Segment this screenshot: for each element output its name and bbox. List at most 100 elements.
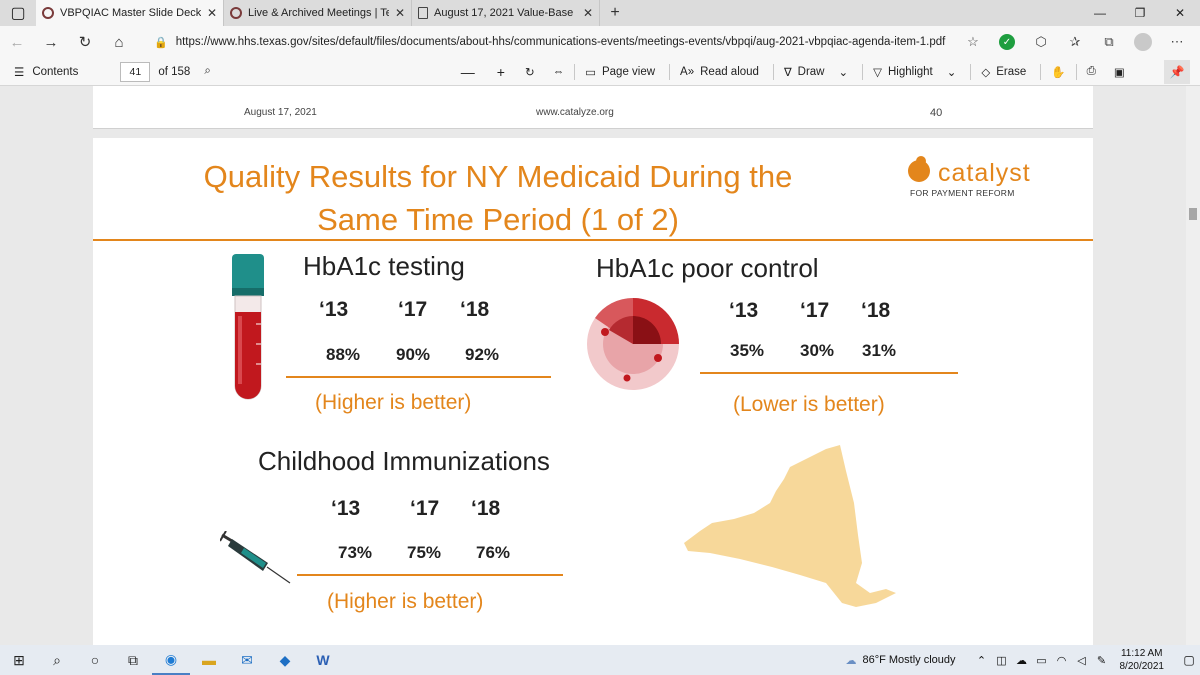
favorites-icon[interactable]: ✰ [1058,34,1092,50]
read-aloud-button[interactable]: A» Read aloud [680,66,759,78]
metric-value: 90% [396,345,431,364]
pen-icon[interactable]: ✎ [1092,654,1112,667]
refresh-icon[interactable]: ↻ [68,33,102,51]
mail-icon[interactable]: ✉ [228,645,266,675]
profile-avatar[interactable] [1134,33,1152,51]
metric-value: 88% [326,345,361,364]
weather-widget[interactable]: ☁ 86°F Mostly cloudy [845,654,955,667]
divider [574,63,576,80]
metric-value: 73% [338,543,373,562]
catalyst-logo-flame-icon [916,156,926,166]
camera-icon[interactable]: ◫ [992,654,1012,667]
erase-label: Erase [996,65,1027,78]
contents-button[interactable]: ☰ Contents [14,65,78,79]
browser-tab-2[interactable]: Live & Archived Meetings | Texas ✕ [224,0,412,26]
year-label: ‘13 [729,299,759,322]
tab-title: Live & Archived Meetings | Texas [248,7,389,19]
zoom-in-icon[interactable]: + [497,64,505,80]
word-icon[interactable]: W [304,645,342,675]
year-label: ‘18 [460,298,490,321]
battery-icon[interactable]: ▭ [1032,654,1052,667]
footer-page-number: 40 [930,107,943,119]
page-number-input[interactable]: 41 [120,61,151,82]
file-explorer-icon[interactable]: ▬ [190,645,228,675]
close-tab-icon[interactable]: ✕ [395,6,405,20]
zoom-out-icon[interactable]: — [461,64,475,80]
vertical-scrollbar[interactable] [1186,86,1200,645]
pin-toolbar-icon[interactable]: 📌 [1164,60,1190,84]
extension-check-icon[interactable]: ✓ [999,34,1015,50]
back-icon[interactable]: ← [0,34,34,51]
logo-subtitle: FOR PAYMENT REFORM [910,188,1015,198]
taskbar-clock[interactable]: 11:12 AM 8/20/2021 [1120,647,1165,673]
rotate-icon[interactable]: ↻ [525,65,535,79]
browser-tab-3[interactable]: August 17, 2021 Value-Base ✕ [412,0,600,26]
search-icon[interactable]: ⌕ [204,65,210,78]
erase-button[interactable]: ◇ Erase [981,65,1026,79]
highlight-button[interactable]: ▽ Highlight ⌄ [873,65,956,79]
chevron-down-icon[interactable]: ⌄ [839,65,849,79]
search-icon[interactable]: ⌕ [38,645,76,675]
forward-icon[interactable]: → [34,34,68,51]
maximize-icon[interactable]: ❐ [1120,0,1160,26]
close-tab-icon[interactable]: ✕ [207,6,217,20]
url-field[interactable]: 🔒 https://www.hhs.texas.gov/sites/defaul… [146,30,946,54]
notifications-icon[interactable]: ▢ [1178,653,1200,667]
more-menu-icon[interactable]: ⋯ [1160,34,1194,50]
blood-cell-icon [587,297,679,390]
page-view-button[interactable]: ▭ Page view [585,65,655,79]
new-tab-button[interactable]: + [600,0,630,26]
scrollbar-thumb[interactable] [1189,208,1197,220]
task-view-icon[interactable]: ⧉ [114,645,152,675]
collections-icon[interactable]: ⧉ [1092,34,1126,50]
address-bar-row: ← → ↻ ⌂ 🔒 https://www.hhs.texas.gov/site… [0,26,1200,58]
browser-toolbar-icons: ☆ ✓ ⬡ ✰ ⧉ ⋯ [956,33,1194,51]
close-window-icon[interactable]: ✕ [1160,0,1200,26]
wifi-icon[interactable]: ◠ [1052,654,1072,667]
divider [1040,63,1042,80]
windows-start-icon[interactable]: ⊞ [0,645,38,675]
tab-actions-button[interactable]: ▢ [0,0,36,26]
draw-label: Draw [797,65,825,78]
dropbox-icon[interactable]: ◆ [266,645,304,675]
syringe-icon [220,531,291,584]
lock-icon[interactable]: 🔒 [154,36,168,49]
section-heading-hba1c-testing: HbA1c testing [303,251,465,281]
metric-value: 92% [465,345,500,364]
favorite-star-icon[interactable]: ☆ [956,34,990,50]
pdf-page: Quality Results for NY Medicaid During t… [93,138,1093,645]
weather-text: 86°F Mostly cloudy [862,654,956,666]
slide-title-line1: Quality Results for NY Medicaid During t… [203,159,793,194]
cortana-icon[interactable]: ○ [76,645,114,675]
touch-write-icon[interactable]: ✋ [1051,65,1065,79]
title-rule [93,239,1093,241]
logo-wordmark: catalyst [938,159,1031,187]
draw-button[interactable]: ∇ Draw ⌄ [784,65,848,79]
extensions-icon[interactable]: ⬡ [1024,34,1058,50]
chevron-down-icon[interactable]: ⌄ [947,65,957,79]
print-icon[interactable]: ⎙ [1087,65,1096,78]
slide-title-line2: Same Time Period (1 of 2) [317,202,679,237]
edge-browser-icon[interactable]: ◉ [152,645,190,675]
pdf-viewer[interactable]: August 17, 2021 www.catalyze.org 40 Qual… [0,86,1200,645]
home-icon[interactable]: ⌂ [102,34,136,51]
windows-taskbar: ⊞ ⌕ ○ ⧉ ◉ ▬ ✉ ◆ W ☁ 86°F Mostly cloudy ⌃… [0,645,1200,675]
tab-title: VBPQIAC Master Slide Deck_AUG [60,7,201,19]
browser-tab-1[interactable]: VBPQIAC Master Slide Deck_AUG ✕ [36,0,224,26]
year-label: ‘18 [471,497,501,520]
save-icon[interactable]: ▣ [1114,65,1125,79]
values-underline [286,376,551,378]
fit-page-icon[interactable]: ⇔ [553,66,565,78]
eraser-icon: ◇ [981,66,991,79]
footer-date: August 17, 2021 [244,107,317,118]
blood-tube-icon [232,254,264,400]
highlight-label: Highlight [888,65,933,78]
chevron-up-icon[interactable]: ⌃ [972,654,992,667]
divider [669,63,671,80]
cloud-icon: ☁ [845,654,857,667]
minimize-icon[interactable]: — [1080,0,1120,26]
onedrive-icon[interactable]: ☁ [1012,654,1032,667]
volume-icon[interactable]: ◁ [1072,654,1092,667]
metric-value: 75% [407,543,442,562]
close-tab-icon[interactable]: ✕ [583,6,593,20]
